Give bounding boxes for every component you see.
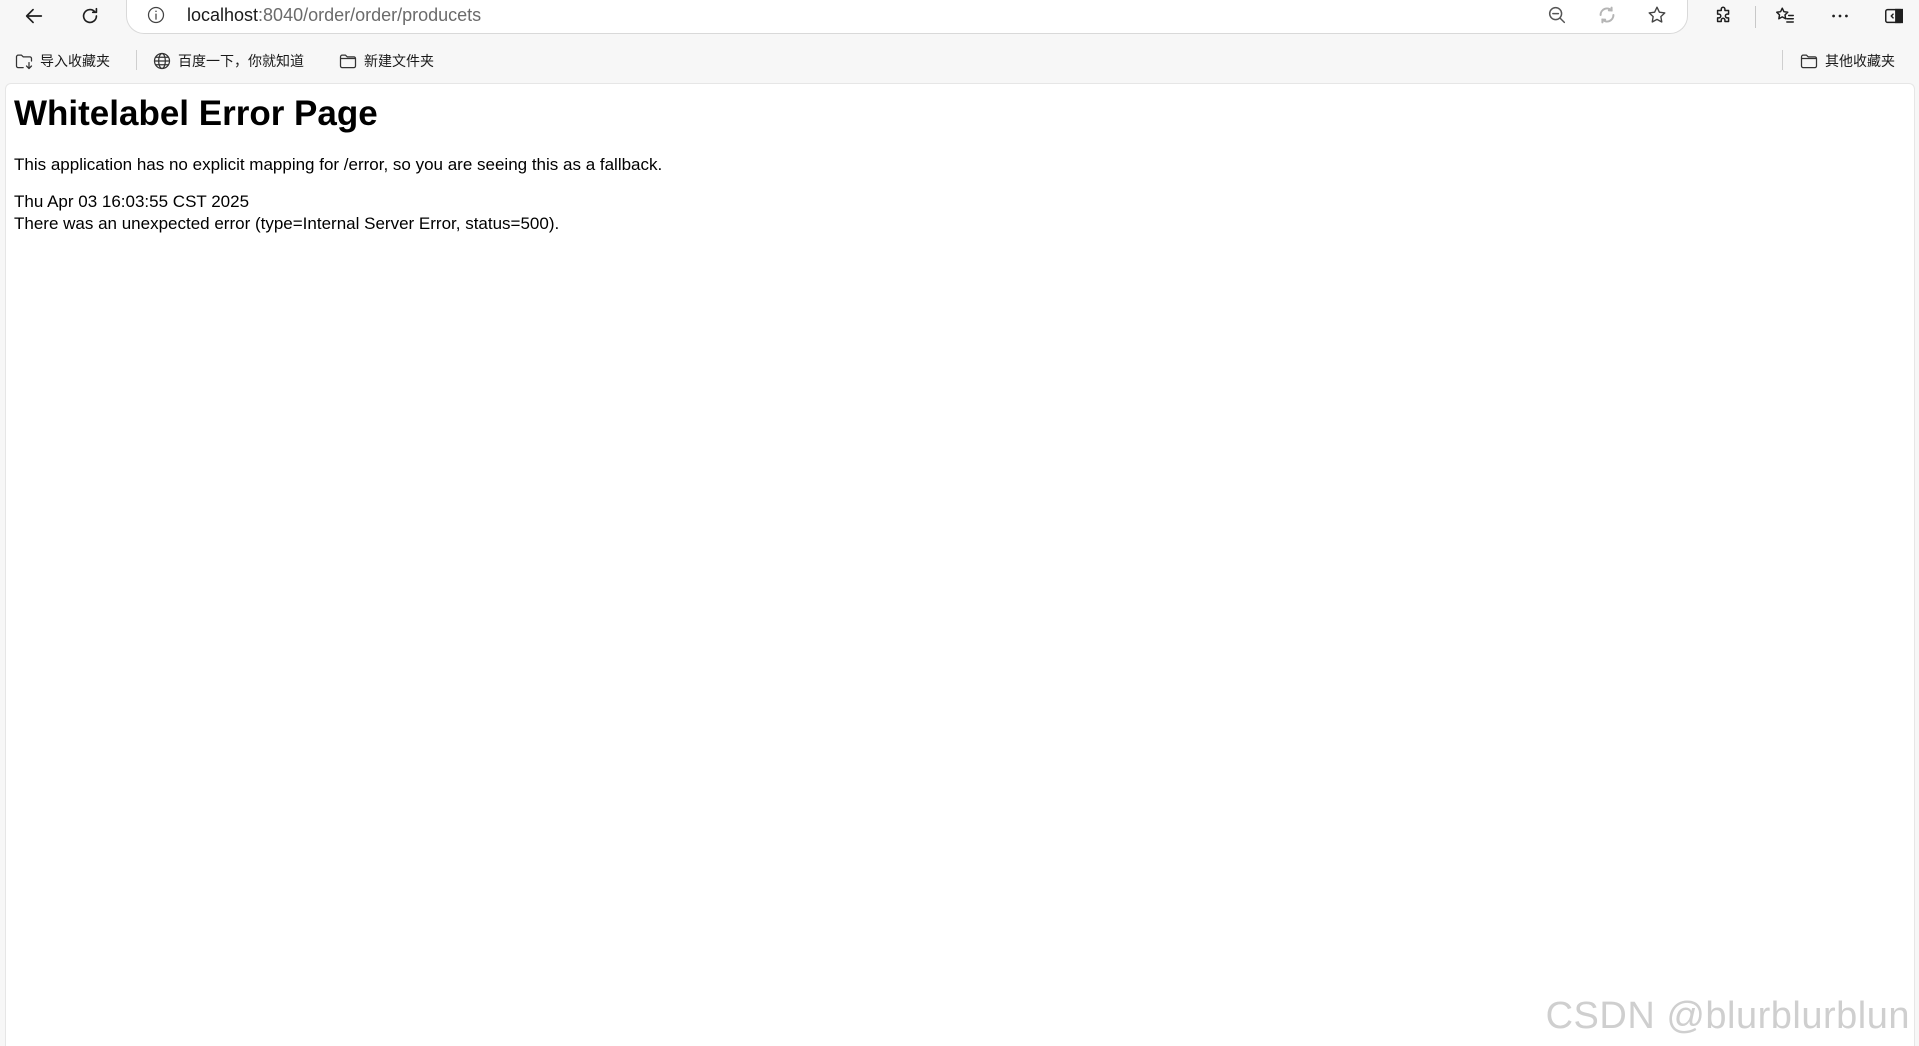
- csdn-watermark: CSDN @blurblurblun: [1545, 995, 1910, 1037]
- star-icon: [1648, 6, 1666, 23]
- bookmark-baidu[interactable]: 百度一下，你就知道: [152, 48, 304, 74]
- url-host: localhost: [187, 5, 259, 25]
- sidebar-toggle-button[interactable]: [1872, 0, 1916, 32]
- zoom-out-button[interactable]: [1545, 3, 1569, 27]
- error-timestamp: Thu Apr 03 16:03:55 CST 2025: [14, 192, 250, 211]
- bookmark-divider: [1782, 50, 1783, 70]
- sync-disabled-icon: [1599, 6, 1615, 24]
- more-options-button[interactable]: [1818, 0, 1862, 32]
- url-text[interactable]: localhost:8040/order/order/producets: [187, 3, 481, 27]
- bookmark-label: 其他收藏夹: [1825, 53, 1895, 69]
- favorites-list-icon: [1776, 7, 1794, 23]
- globe-icon: [153, 52, 171, 70]
- page-title: Whitelabel Error Page: [14, 94, 378, 133]
- import-favorites-icon: [15, 54, 33, 70]
- back-arrow-icon: [25, 8, 43, 24]
- bookmarks-bar: 导入收藏夹 百度一下，你就知道 新建文件夹 其他收藏夹: [0, 44, 1919, 78]
- bookmark-divider: [136, 50, 137, 70]
- toolbar-divider: [1755, 6, 1756, 28]
- back-button[interactable]: [12, 0, 56, 32]
- puzzle-icon: [1716, 6, 1730, 23]
- browser-essentials-button[interactable]: [1595, 3, 1619, 27]
- address-bar[interactable]: localhost:8040/order/order/producets: [126, 0, 1688, 34]
- bookmark-other-favorites[interactable]: 其他收藏夹: [1799, 48, 1895, 74]
- refresh-button[interactable]: [68, 0, 112, 32]
- info-icon: [147, 6, 165, 24]
- ellipsis-icon: [1832, 14, 1848, 18]
- folder-icon: [1800, 54, 1818, 69]
- sidebar-icon: [1885, 8, 1903, 24]
- refresh-icon: [82, 7, 98, 24]
- error-details: There was an unexpected error (type=Inte…: [14, 214, 560, 233]
- add-favorite-button[interactable]: [1645, 3, 1669, 27]
- bookmark-label: 新建文件夹: [364, 53, 434, 69]
- bookmark-label: 百度一下，你就知道: [178, 53, 304, 69]
- url-path: :8040/order/order/producets: [258, 5, 482, 25]
- folder-icon: [339, 54, 357, 69]
- zoom-out-icon: [1548, 6, 1566, 24]
- favorites-button[interactable]: [1763, 0, 1807, 32]
- bookmark-label: 导入收藏夹: [40, 53, 110, 69]
- site-info-button[interactable]: [145, 4, 167, 26]
- browser-toolbar: localhost:8040/order/order/producets: [0, 0, 1919, 34]
- bookmark-import-favorites[interactable]: 导入收藏夹: [14, 48, 110, 74]
- page-content: Whitelabel Error Page This application h…: [5, 83, 1915, 1046]
- bookmark-new-folder[interactable]: 新建文件夹: [338, 48, 434, 74]
- extensions-button[interactable]: [1702, 0, 1746, 32]
- fallback-message: This application has no explicit mapping…: [14, 155, 663, 174]
